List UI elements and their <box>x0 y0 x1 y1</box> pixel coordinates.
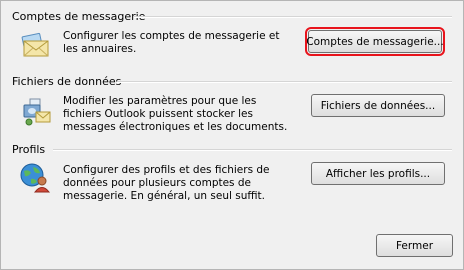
mail-accounts-section-title: Comptes de messagerie <box>12 10 146 23</box>
envelope-mail-icon <box>19 29 51 61</box>
data-files-description: Modifier les paramètres pour que les fic… <box>63 95 288 133</box>
data-files-divider <box>117 81 452 83</box>
data-files-section-title: Fichiers de données <box>12 75 122 88</box>
globe-user-profiles-icon <box>19 161 51 193</box>
data-files-button[interactable]: Fichiers de données... <box>311 94 445 117</box>
mail-accounts-divider <box>134 16 452 18</box>
mail-accounts-description: Configurer les comptes de messagerie et … <box>63 30 280 55</box>
data-files-icon <box>21 95 53 127</box>
close-button[interactable]: Fermer <box>376 234 453 257</box>
profiles-description: Configurer des profils et des fichiers d… <box>63 164 270 202</box>
profiles-divider <box>53 149 452 151</box>
show-profiles-button[interactable]: Afficher les profils... <box>311 162 445 185</box>
mail-accounts-button[interactable]: Comptes de messagerie... <box>305 27 445 56</box>
profiles-section-title: Profils <box>12 143 46 156</box>
mail-setup-window: Comptes de messagerie Configurer les com… <box>0 0 464 270</box>
